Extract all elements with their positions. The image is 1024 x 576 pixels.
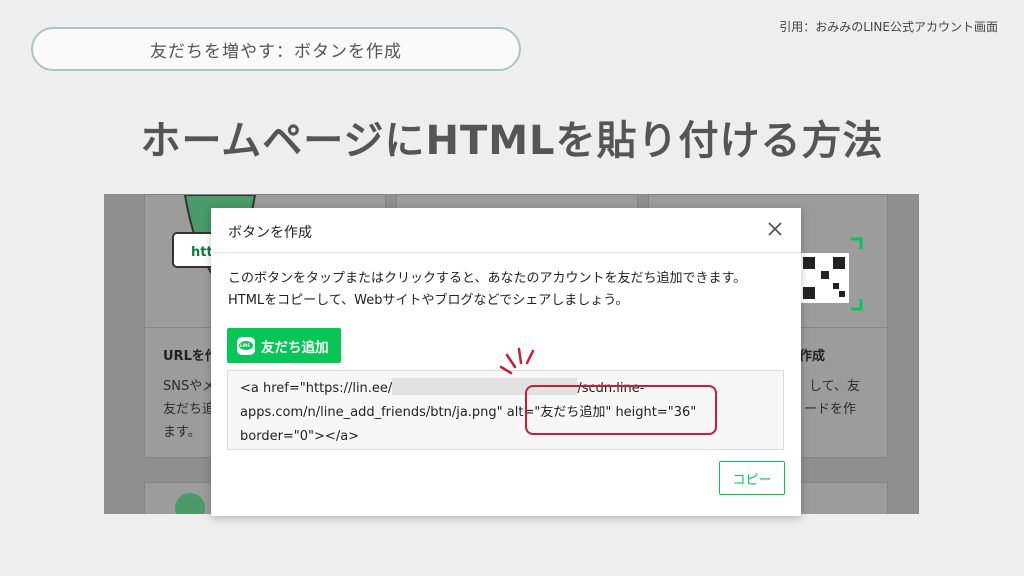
page-headline: ホームページにHTMLを貼り付ける方法 (140, 118, 884, 164)
description-line-2: HTMLをコピーして、Webサイトやブログなどでシェアしましょう。 (228, 293, 629, 308)
avatar (175, 493, 205, 514)
background-badge-text: htt (191, 245, 213, 260)
close-icon[interactable] (765, 219, 785, 239)
line-logo-icon: LINE (237, 336, 255, 355)
section-pill-label: 友だちを増やす：ボタンを作成 (150, 41, 402, 62)
add-friend-button[interactable]: LINE 友だち追加 (227, 328, 341, 363)
modal-description: このボタンをタップまたはクリックすると、あなたのアカウントを友だち追加できます。… (228, 268, 788, 312)
background-card-text-3: ます。 (163, 425, 201, 440)
add-friend-label: 友だち追加 (261, 339, 329, 356)
modal-divider (211, 252, 801, 253)
create-button-modal: ボタンを作成 このボタンをタップまたはクリックすると、あなたのアカウントを友だち… (211, 208, 801, 516)
background-card-text-2: 友だち追 (163, 402, 216, 417)
background-card-title: URLを作 (163, 349, 218, 364)
background-card-text-1: SNSやメ (163, 379, 216, 394)
citation-text: 引用：おみみのLINE公式アカウント画面 (779, 20, 998, 34)
description-line-1: このボタンをタップまたはクリックすると、あなたのアカウントを友だち追加できます。 (228, 271, 747, 286)
section-pill: 友だちを増やす：ボタンを作成 (31, 27, 521, 71)
copy-button[interactable]: コピー (719, 461, 785, 495)
modal-title: ボタンを作成 (228, 225, 312, 241)
background-card-text-1: して、友 (809, 379, 860, 394)
background-card-text-2: ードを作 (804, 402, 857, 417)
emphasis-spark-icon (499, 347, 535, 375)
alt-height-highlight-box (525, 385, 717, 435)
background-card-title: 作成 (799, 349, 826, 364)
